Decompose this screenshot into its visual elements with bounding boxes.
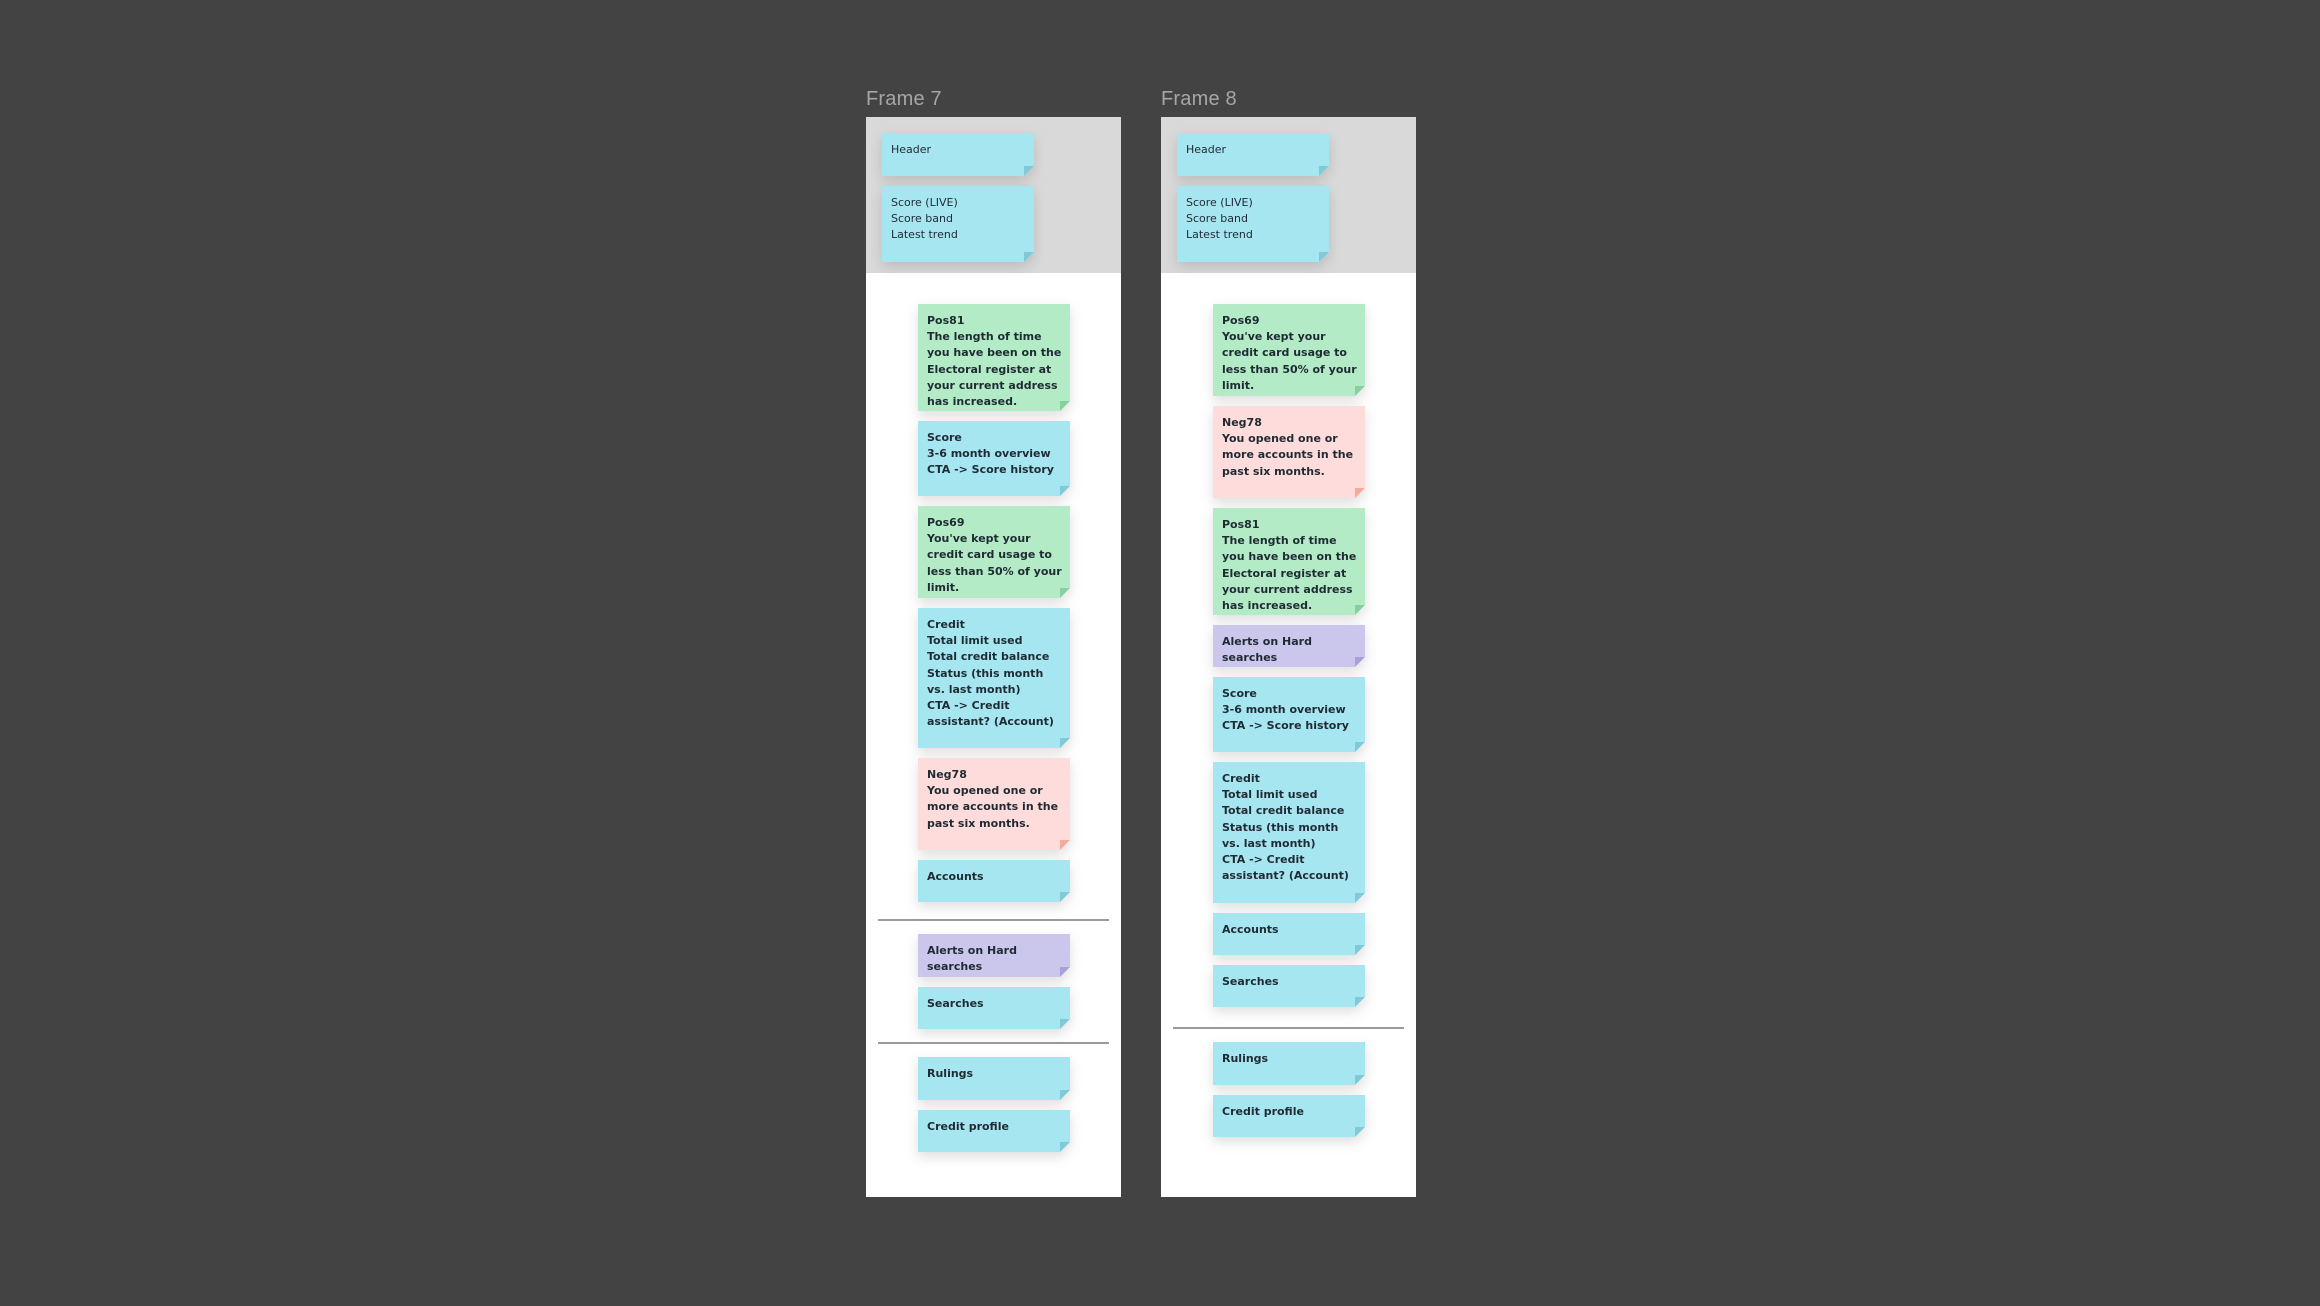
corner-fold bbox=[1060, 1142, 1070, 1152]
corner-fold bbox=[1355, 657, 1365, 667]
corner-fold bbox=[1355, 386, 1365, 396]
corner-fold bbox=[1060, 738, 1070, 748]
note-text: Alerts on Hard searches bbox=[927, 944, 1017, 974]
note-pos81[interactable]: Pos81 The length of time you have been o… bbox=[918, 304, 1070, 411]
note-alerts-hard-searches[interactable]: Alerts on Hard searches bbox=[918, 934, 1070, 977]
note-searches[interactable]: Searches bbox=[1213, 965, 1365, 1007]
note-alerts-hard-searches[interactable]: Alerts on Hard searches bbox=[1213, 625, 1365, 667]
note-text: Credit profile bbox=[927, 1120, 1009, 1133]
corner-fold bbox=[1060, 486, 1070, 496]
note-pos69[interactable]: Pos69 You've kept your credit card usage… bbox=[918, 506, 1070, 598]
corner-fold bbox=[1060, 1090, 1070, 1100]
section-divider bbox=[878, 1042, 1109, 1044]
note-text: Alerts on Hard searches bbox=[1222, 635, 1312, 665]
corner-fold bbox=[1355, 1075, 1365, 1085]
corner-fold bbox=[1355, 945, 1365, 955]
note-score[interactable]: Score 3-6 month overview CTA -> Score hi… bbox=[1213, 677, 1365, 752]
note-text: Header bbox=[1186, 143, 1227, 156]
note-text: Searches bbox=[927, 997, 984, 1010]
corner-fold bbox=[1355, 997, 1365, 1007]
note-text: Pos81 The length of time you have been o… bbox=[1222, 518, 1357, 613]
note-accounts[interactable]: Accounts bbox=[918, 860, 1070, 902]
note-text: Score 3-6 month overview CTA -> Score hi… bbox=[1222, 687, 1349, 733]
corner-fold bbox=[1355, 488, 1365, 498]
frame-7-title: Frame 7 bbox=[866, 88, 942, 110]
note-text: Neg78 You opened one or more accounts in… bbox=[927, 768, 1059, 830]
note-text: Credit profile bbox=[1222, 1105, 1304, 1118]
corner-fold bbox=[1355, 893, 1365, 903]
note-credit[interactable]: Credit Total limit used Total credit bal… bbox=[1213, 762, 1365, 903]
note-searches[interactable]: Searches bbox=[918, 987, 1070, 1029]
corner-fold bbox=[1319, 166, 1329, 176]
note-text: Pos81 The length of time you have been o… bbox=[927, 314, 1062, 409]
note-text: Score (LIVE) Score band Latest trend bbox=[1186, 196, 1253, 242]
note-accounts[interactable]: Accounts bbox=[1213, 913, 1365, 955]
note-score[interactable]: Score 3-6 month overview CTA -> Score hi… bbox=[918, 421, 1070, 496]
corner-fold bbox=[1060, 892, 1070, 902]
frame-7: Header Score (LIVE) Score band Latest tr… bbox=[866, 117, 1121, 1197]
corner-fold bbox=[1355, 605, 1365, 615]
note-rulings[interactable]: Rulings bbox=[1213, 1042, 1365, 1085]
corner-fold bbox=[1060, 588, 1070, 598]
corner-fold bbox=[1060, 967, 1070, 977]
note-text: Credit Total limit used Total credit bal… bbox=[1222, 772, 1349, 883]
note-text: Pos69 You've kept your credit card usage… bbox=[927, 516, 1062, 594]
note-credit[interactable]: Credit Total limit used Total credit bal… bbox=[918, 608, 1070, 748]
note-text: Score 3-6 month overview CTA -> Score hi… bbox=[927, 431, 1054, 477]
corner-fold bbox=[1060, 401, 1070, 411]
corner-fold bbox=[1319, 252, 1329, 262]
note-text: Neg78 You opened one or more accounts in… bbox=[1222, 416, 1354, 478]
note-text: Header bbox=[891, 143, 932, 156]
note-text: Score (LIVE) Score band Latest trend bbox=[891, 196, 958, 242]
note-credit-profile[interactable]: Credit profile bbox=[918, 1110, 1070, 1152]
section-divider bbox=[878, 919, 1109, 921]
note-text: Accounts bbox=[1222, 923, 1279, 936]
frame-8-title: Frame 8 bbox=[1161, 88, 1237, 110]
corner-fold bbox=[1060, 840, 1070, 850]
note-neg78[interactable]: Neg78 You opened one or more accounts in… bbox=[1213, 406, 1365, 498]
note-pos81[interactable]: Pos81 The length of time you have been o… bbox=[1213, 508, 1365, 615]
corner-fold bbox=[1024, 252, 1034, 262]
note-text: Accounts bbox=[927, 870, 984, 883]
note-credit-profile[interactable]: Credit profile bbox=[1213, 1095, 1365, 1137]
header-note[interactable]: Header bbox=[1177, 133, 1329, 176]
score-live-note[interactable]: Score (LIVE) Score band Latest trend bbox=[882, 186, 1034, 262]
corner-fold bbox=[1060, 1019, 1070, 1029]
corner-fold bbox=[1355, 742, 1365, 752]
note-text: Rulings bbox=[927, 1067, 974, 1080]
note-text: Rulings bbox=[1222, 1052, 1269, 1065]
header-note[interactable]: Header bbox=[882, 133, 1034, 176]
score-live-note[interactable]: Score (LIVE) Score band Latest trend bbox=[1177, 186, 1329, 262]
section-divider bbox=[1173, 1027, 1404, 1029]
note-text: Pos69 You've kept your credit card usage… bbox=[1222, 314, 1357, 392]
note-rulings[interactable]: Rulings bbox=[918, 1057, 1070, 1100]
frame-8: Header Score (LIVE) Score band Latest tr… bbox=[1161, 117, 1416, 1197]
note-text: Searches bbox=[1222, 975, 1279, 988]
note-neg78[interactable]: Neg78 You opened one or more accounts in… bbox=[918, 758, 1070, 850]
corner-fold bbox=[1355, 1127, 1365, 1137]
corner-fold bbox=[1024, 166, 1034, 176]
note-text: Credit Total limit used Total credit bal… bbox=[927, 618, 1054, 729]
note-pos69[interactable]: Pos69 You've kept your credit card usage… bbox=[1213, 304, 1365, 396]
